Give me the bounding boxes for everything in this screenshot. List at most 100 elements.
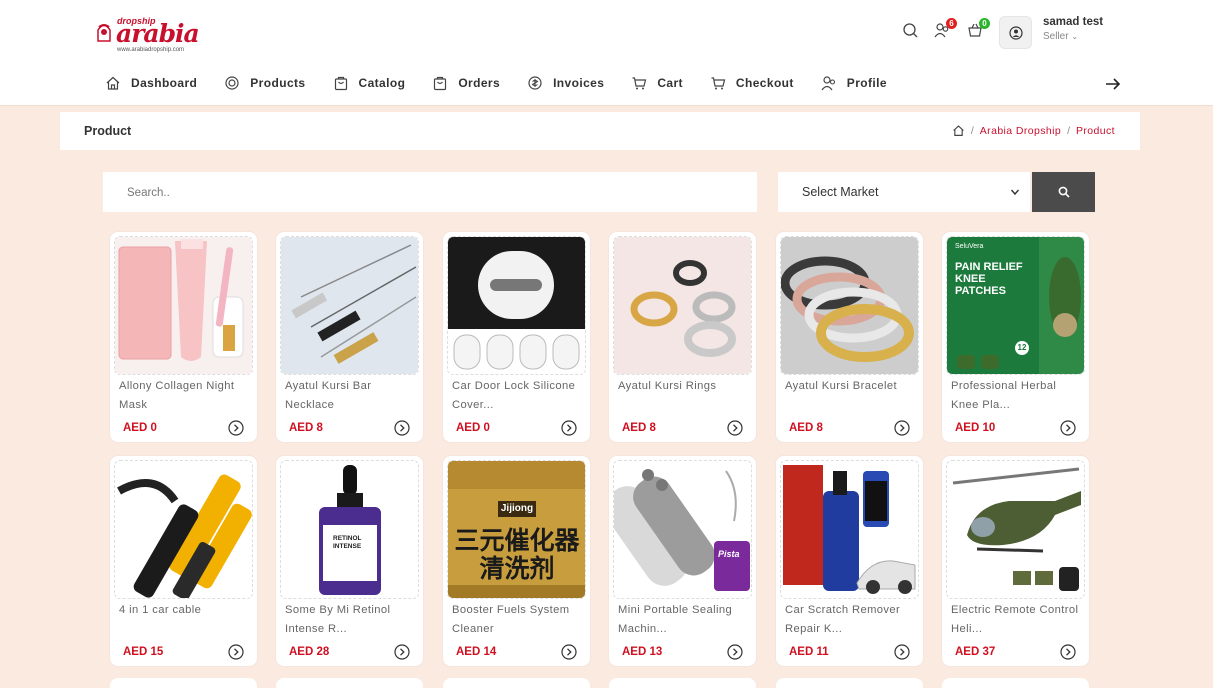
- product-card[interactable]: Allony Collagen Night Mask AED 0: [110, 232, 257, 442]
- product-price: AED 8: [622, 422, 656, 434]
- nav-dashboard[interactable]: Dashboard: [105, 72, 197, 94]
- collagen-mask-image: [115, 237, 252, 374]
- cleaner-brand-text: Jijiong: [500, 503, 534, 514]
- search-input[interactable]: [103, 172, 729, 214]
- knee-count-text: 12: [1015, 341, 1029, 355]
- nav-products[interactable]: Products: [224, 72, 305, 94]
- arrow-circle-right-icon[interactable]: [727, 420, 743, 436]
- product-card[interactable]: [276, 678, 423, 688]
- knee-patches-image: [947, 237, 1084, 374]
- nav-catalog[interactable]: Catalog: [333, 72, 406, 94]
- product-card[interactable]: SeluVera PAIN RELIEF KNEE PATCHES 12 Pro…: [942, 232, 1089, 442]
- knee-title-text: PAIN RELIEF KNEE PATCHES: [955, 261, 1023, 297]
- product-price: AED 0: [123, 422, 157, 434]
- arrow-circle-right-icon[interactable]: [894, 644, 910, 660]
- user-role-dropdown[interactable]: Seller ⌄: [1043, 31, 1078, 42]
- home-icon[interactable]: [952, 124, 965, 137]
- arrow-circle-right-icon[interactable]: [561, 420, 577, 436]
- header-cart-button[interactable]: 0: [967, 18, 990, 39]
- notifications-button[interactable]: 6: [934, 18, 957, 39]
- notification-count-badge: 6: [946, 18, 957, 29]
- breadcrumb-separator: /: [1067, 124, 1070, 137]
- nav-cart[interactable]: Cart: [631, 72, 683, 94]
- product-price: AED 0: [456, 422, 490, 434]
- target-icon: [225, 76, 239, 90]
- arrow-circle-right-icon[interactable]: [1060, 420, 1076, 436]
- product-card[interactable]: 4 in 1 car cable AED 15: [110, 456, 257, 666]
- product-name[interactable]: Professional Herbal Knee Pla...: [951, 377, 1083, 415]
- arrow-circle-right-icon[interactable]: [561, 644, 577, 660]
- product-name[interactable]: Electric Remote Control Heli...: [951, 601, 1083, 639]
- product-image[interactable]: [114, 460, 253, 599]
- arrow-circle-right-icon[interactable]: [228, 420, 244, 436]
- product-card[interactable]: [609, 678, 756, 688]
- arrow-circle-right-icon[interactable]: [727, 644, 743, 660]
- product-image[interactable]: RETINOL INTENSE: [280, 460, 419, 599]
- bag-icon: [434, 76, 447, 91]
- product-card[interactable]: Electric Remote Control Heli... AED 37: [942, 456, 1089, 666]
- product-image[interactable]: [780, 460, 919, 599]
- nav-label: Profile: [846, 76, 887, 90]
- breadcrumb-current: Product: [1076, 124, 1115, 137]
- product-image[interactable]: [447, 236, 586, 375]
- product-card[interactable]: Ayatul Kursi Rings AED 8: [609, 232, 756, 442]
- brand-logo[interactable]: dropship arabia www.arabiadropship.com: [95, 16, 200, 53]
- knee-brand-text: SeluVera: [955, 243, 984, 250]
- product-card[interactable]: [443, 678, 590, 688]
- product-name[interactable]: Ayatul Kursi Bracelet: [785, 377, 917, 396]
- product-card[interactable]: Ayatul Kursi Bracelet AED 8: [776, 232, 923, 442]
- nav-invoices[interactable]: Invoices: [527, 72, 604, 94]
- search-button[interactable]: [1032, 172, 1095, 212]
- product-card[interactable]: Ayatul Kursi Bar Necklace AED 8: [276, 232, 423, 442]
- product-name[interactable]: Car Scratch Remover Repair K...: [785, 601, 917, 639]
- product-price: AED 11: [789, 646, 829, 658]
- product-name[interactable]: Car Door Lock Silicone Cover...: [452, 377, 584, 415]
- nav-label: Cart: [657, 76, 683, 90]
- nav-checkout[interactable]: Checkout: [710, 72, 794, 94]
- product-image[interactable]: Jijiong 三元催化器清洗剂: [447, 460, 586, 599]
- product-name[interactable]: 4 in 1 car cable: [119, 601, 251, 620]
- rings-image: [614, 237, 751, 374]
- user-name[interactable]: samad test: [1043, 16, 1103, 28]
- product-image[interactable]: [780, 236, 919, 375]
- nav-orders[interactable]: Orders: [432, 72, 500, 94]
- product-name[interactable]: Some By Mi Retinol Intense R...: [285, 601, 417, 639]
- product-price: AED 15: [123, 646, 164, 658]
- nav-profile[interactable]: Profile: [821, 72, 887, 94]
- product-name[interactable]: Allony Collagen Night Mask: [119, 377, 251, 415]
- arrow-right-icon[interactable]: [1104, 75, 1122, 93]
- product-card[interactable]: Pista Mini Portable Sealing Machin... AE…: [609, 456, 756, 666]
- product-name[interactable]: Booster Fuels System Cleaner: [452, 601, 584, 639]
- product-image[interactable]: [613, 236, 752, 375]
- bracelets-image: [781, 237, 918, 374]
- product-image[interactable]: [114, 236, 253, 375]
- product-card[interactable]: Jijiong 三元催化器清洗剂 Booster Fuels System Cl…: [443, 456, 590, 666]
- product-card[interactable]: [776, 678, 923, 688]
- page-title: Product: [84, 124, 132, 138]
- product-name[interactable]: Mini Portable Sealing Machin...: [618, 601, 750, 639]
- product-image[interactable]: SeluVera PAIN RELIEF KNEE PATCHES 12: [946, 236, 1085, 375]
- user-avatar[interactable]: [999, 16, 1032, 49]
- arrow-circle-right-icon[interactable]: [894, 420, 910, 436]
- arrow-circle-right-icon[interactable]: [394, 420, 410, 436]
- search-icon[interactable]: [902, 22, 919, 39]
- product-card[interactable]: Car Door Lock Silicone Cover... AED 0: [443, 232, 590, 442]
- product-card[interactable]: [110, 678, 257, 688]
- product-name[interactable]: Ayatul Kursi Rings: [618, 377, 750, 396]
- product-image[interactable]: [280, 236, 419, 375]
- product-name[interactable]: Ayatul Kursi Bar Necklace: [285, 377, 417, 415]
- breadcrumb-link[interactable]: Arabia Dropship: [980, 125, 1061, 137]
- product-card[interactable]: RETINOL INTENSE Some By Mi Retinol Inten…: [276, 456, 423, 666]
- cleaner-cn-text: 三元催化器清洗剂: [454, 526, 580, 583]
- product-card[interactable]: [942, 678, 1089, 688]
- product-image[interactable]: [946, 460, 1085, 599]
- arrow-circle-right-icon[interactable]: [1060, 644, 1076, 660]
- arrow-circle-right-icon[interactable]: [394, 644, 410, 660]
- logo-url-text: www.arabiadropship.com: [117, 47, 185, 53]
- arrow-circle-right-icon[interactable]: [228, 644, 244, 660]
- market-select[interactable]: Select Market: [778, 172, 1030, 212]
- product-price: AED 37: [955, 646, 996, 658]
- product-price: AED 8: [289, 422, 323, 434]
- product-image[interactable]: Pista: [613, 460, 752, 599]
- product-card[interactable]: Car Scratch Remover Repair K... AED 11: [776, 456, 923, 666]
